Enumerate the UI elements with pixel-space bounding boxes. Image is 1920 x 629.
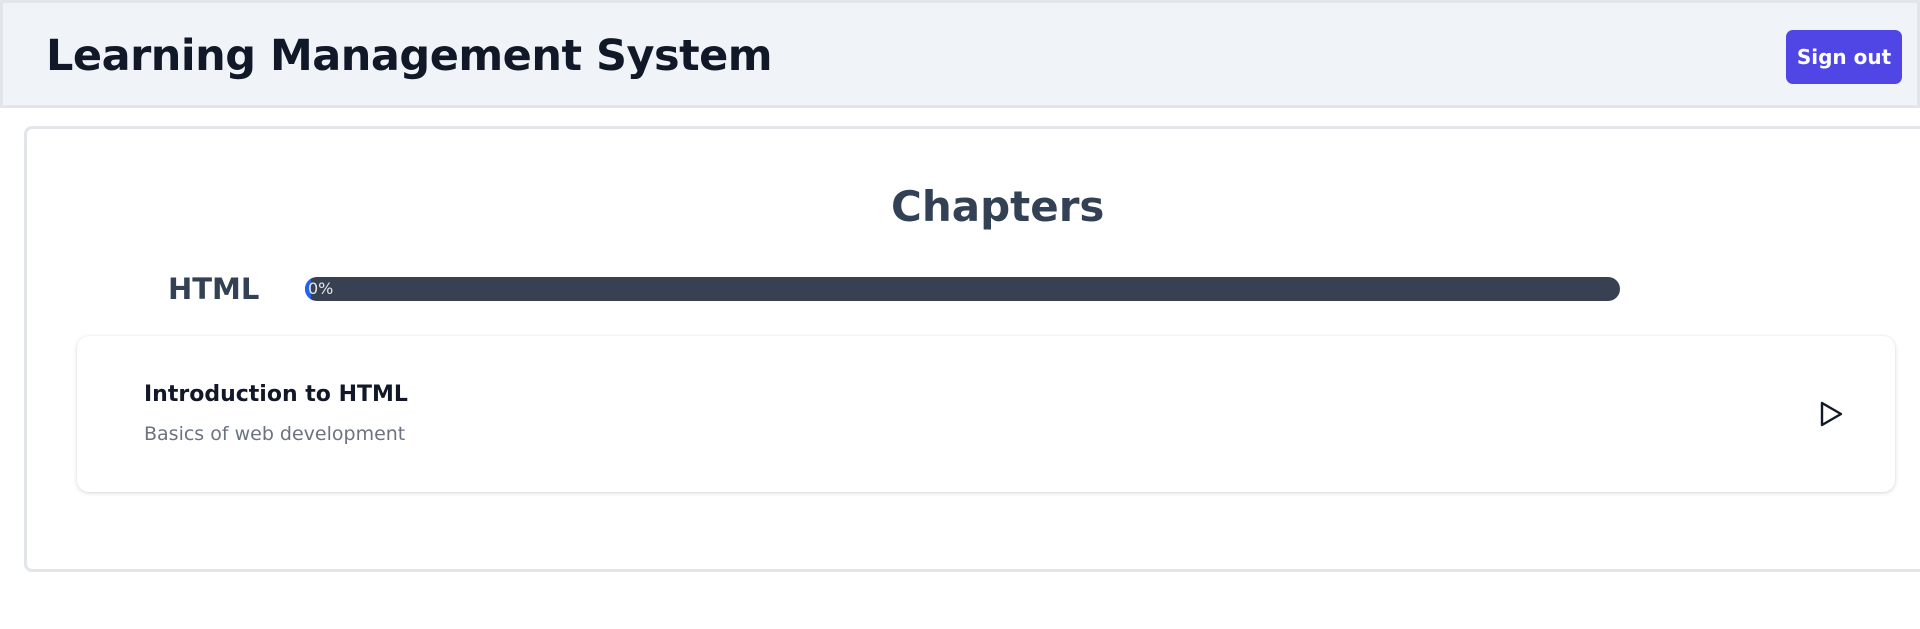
play-icon[interactable] xyxy=(1816,399,1846,429)
app-title: Learning Management System xyxy=(46,31,773,81)
chapter-title: Introduction to HTML xyxy=(144,382,408,407)
section-title: Chapters xyxy=(891,182,1105,231)
chapters-panel: Chapters HTML 0% Introduction to HTML Ba… xyxy=(24,126,1920,572)
chapter-description: Basics of web development xyxy=(144,423,406,445)
progress-percent: 0% xyxy=(308,279,334,298)
sign-out-button[interactable]: Sign out xyxy=(1786,30,1902,84)
course-name: HTML xyxy=(168,272,260,306)
course-progress-bar: 0% xyxy=(305,277,1620,301)
top-header: Learning Management System Sign out xyxy=(0,0,1920,108)
chapter-card[interactable]: Introduction to HTML Basics of web devel… xyxy=(77,336,1895,492)
